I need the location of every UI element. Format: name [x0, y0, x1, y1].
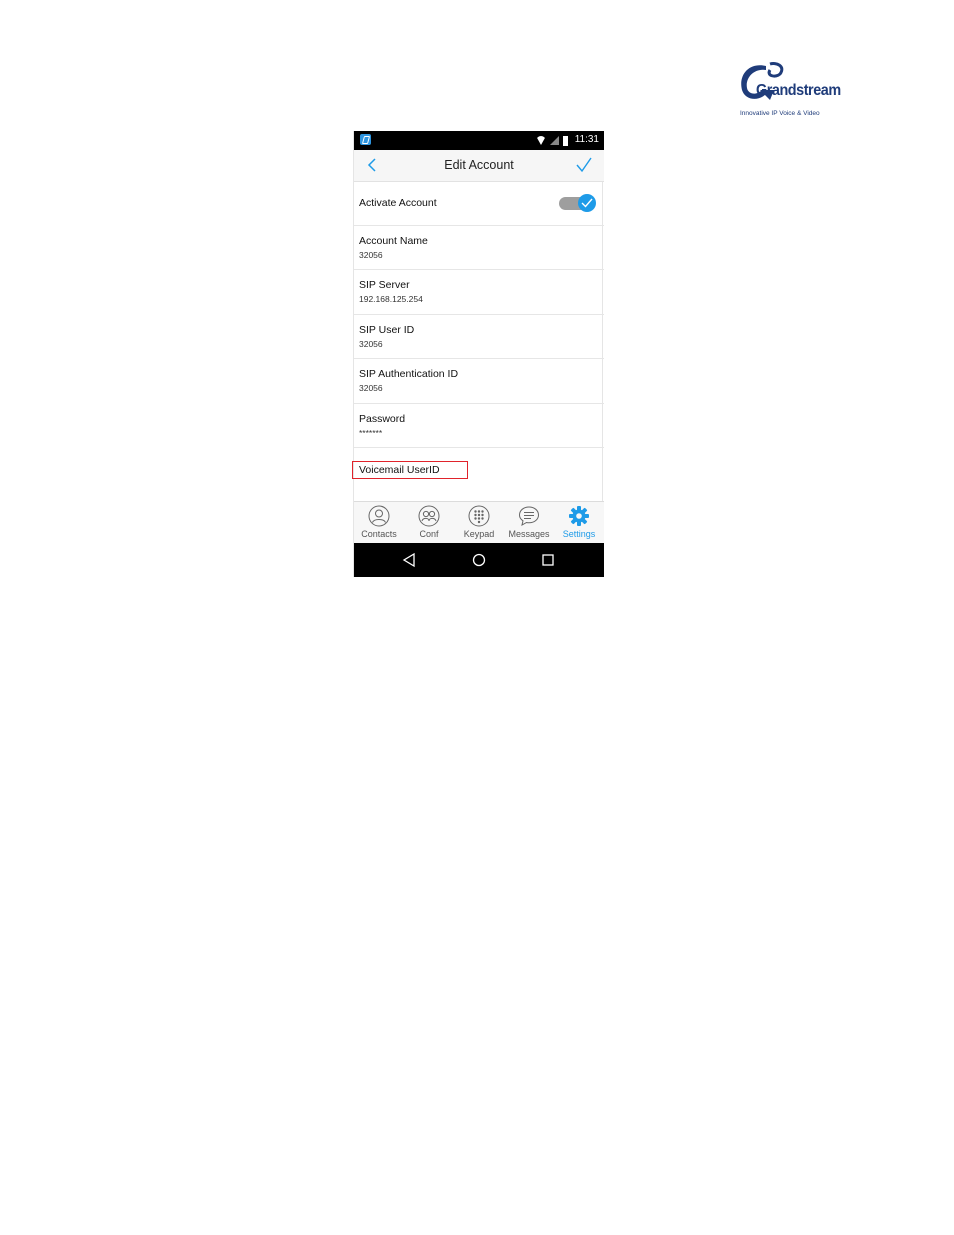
battery-icon — [563, 135, 568, 146]
voicemail-userid-row[interactable]: Voicemail UserID — [352, 448, 604, 493]
tab-keypad[interactable]: Keypad — [454, 502, 504, 544]
grandstream-logo: Grandstream Innovative IP Voice & Video — [736, 60, 841, 120]
password-row[interactable]: Password ******* — [354, 404, 604, 448]
sip-auth-id-row[interactable]: SIP Authentication ID 32056 — [354, 359, 604, 404]
password-value: ******* — [359, 428, 383, 438]
tab-contacts[interactable]: Contacts — [354, 502, 404, 544]
sip-auth-id-label: SIP Authentication ID — [359, 368, 459, 380]
messages-icon — [518, 506, 540, 526]
activate-account-toggle[interactable] — [559, 194, 596, 212]
sip-auth-id-value: 32056 — [359, 383, 383, 393]
nav-recents-icon[interactable] — [540, 552, 556, 568]
app-notification-icon — [360, 134, 371, 145]
system-nav-bar — [354, 543, 604, 577]
sip-user-id-value: 32056 — [359, 339, 383, 349]
logo-tagline: Innovative IP Voice & Video — [740, 110, 820, 117]
tab-messages-label: Messages — [508, 529, 550, 539]
phone-screen: 11:31 Edit Account Activate Account Acco… — [352, 131, 604, 577]
sip-user-id-label: SIP User ID — [359, 324, 415, 336]
account-name-label: Account Name — [359, 235, 428, 247]
tab-settings-label: Settings — [562, 529, 596, 539]
logo-wordmark: Grandstream — [756, 82, 841, 99]
nav-home-icon[interactable] — [471, 552, 487, 568]
app-bar: Edit Account — [354, 150, 604, 182]
tab-keypad-label: Keypad — [463, 529, 495, 539]
tab-contacts-label: Contacts — [361, 529, 397, 539]
bottom-tab-bar: Contacts Conf Keypad Messages Settings — [354, 501, 604, 543]
account-name-value: 32056 — [359, 250, 383, 260]
conf-icon — [418, 505, 440, 527]
keypad-icon — [468, 505, 490, 527]
signal-icon — [550, 136, 559, 145]
wifi-icon — [536, 136, 546, 145]
sip-server-label: SIP Server — [359, 279, 410, 291]
tab-settings[interactable]: Settings — [554, 502, 604, 544]
activate-account-row[interactable]: Activate Account — [354, 181, 604, 226]
toggle-check-icon — [581, 198, 593, 208]
save-check-icon[interactable] — [576, 157, 592, 173]
tab-conf[interactable]: Conf — [404, 502, 454, 544]
sip-user-id-row[interactable]: SIP User ID 32056 — [354, 315, 604, 359]
sip-server-row[interactable]: SIP Server 192.168.125.254 — [354, 270, 604, 315]
settings-gear-icon — [569, 506, 589, 526]
nav-back-icon[interactable] — [401, 552, 417, 568]
tab-messages[interactable]: Messages — [504, 502, 554, 544]
page-title: Edit Account — [444, 158, 514, 172]
password-label: Password — [359, 413, 406, 425]
tab-conf-label: Conf — [419, 529, 439, 539]
sip-server-value: 192.168.125.254 — [359, 294, 423, 304]
activate-account-label: Activate Account — [359, 197, 437, 209]
voicemail-userid-label: Voicemail UserID — [359, 464, 440, 476]
account-name-row[interactable]: Account Name 32056 — [354, 226, 604, 270]
contacts-icon — [368, 505, 390, 527]
status-bar: 11:31 — [354, 131, 604, 150]
status-time: 11:31 — [574, 134, 599, 145]
